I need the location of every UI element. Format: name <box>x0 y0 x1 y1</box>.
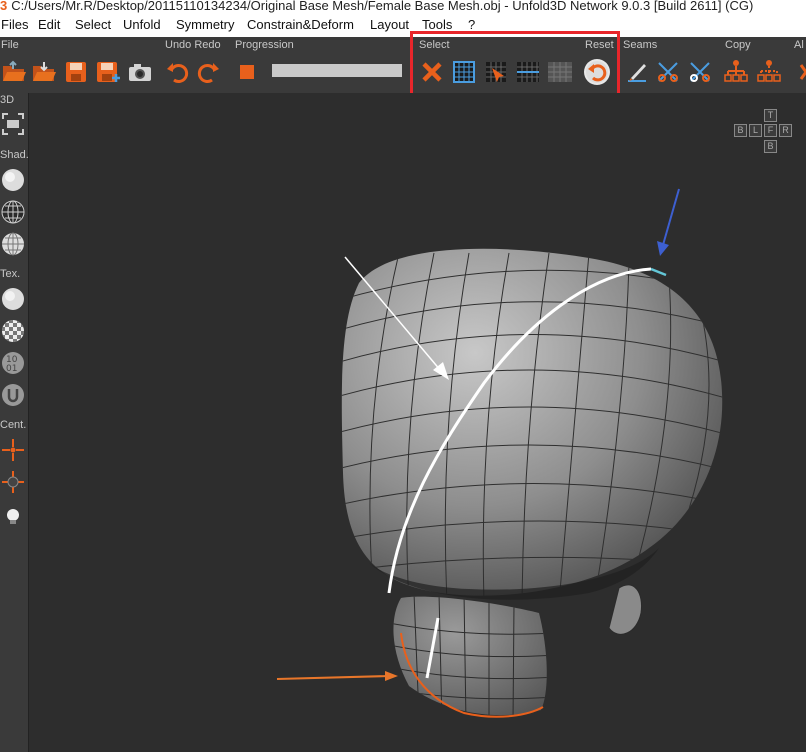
light-button[interactable] <box>0 504 26 530</box>
shade-smooth-button[interactable] <box>0 167 26 193</box>
head-top-mesh <box>341 248 723 600</box>
window-title: C:/Users/Mr.R/Desktop/20115110134234/Ori… <box>11 0 754 13</box>
frame-icon <box>2 113 24 135</box>
app-logo-icon: 3 <box>0 0 8 13</box>
open-file-button[interactable] <box>0 58 28 86</box>
sphere-smooth-icon <box>2 169 24 191</box>
sphere-wire-icon <box>1 200 25 224</box>
menu-symmetry[interactable]: Symmetry <box>176 17 235 33</box>
ear-mesh <box>608 584 643 635</box>
neck-mesh <box>393 596 547 718</box>
all-icon <box>799 64 806 80</box>
copy-group-label: Copy <box>725 39 751 51</box>
u-sphere-icon <box>2 384 24 406</box>
shading-section-label: Shad. <box>0 149 29 161</box>
stop-button[interactable] <box>233 58 261 86</box>
stop-icon <box>240 65 254 79</box>
cut-pen-icon <box>628 64 646 82</box>
checker-sphere-icon <box>2 320 24 342</box>
progress-bar <box>272 64 402 77</box>
texture-u-button[interactable] <box>0 382 26 408</box>
auto-seam-button[interactable] <box>686 58 714 86</box>
save-as-button[interactable] <box>94 58 122 86</box>
texture-section-label: Tex. <box>0 268 21 280</box>
import-file-button[interactable] <box>30 58 58 86</box>
undo-icon <box>167 63 189 83</box>
menu-bar: Files Edit Select Unfold Symmetry Constr… <box>0 16 806 37</box>
camera-icon <box>129 64 151 81</box>
menu-unfold[interactable]: Unfold <box>123 17 161 33</box>
select-group-highlight <box>410 31 620 99</box>
shade-wire-button[interactable] <box>0 199 26 225</box>
svg-text:01: 01 <box>6 364 17 374</box>
seams-group-label: Seams <box>623 39 658 51</box>
menu-files[interactable]: Files <box>1 17 28 33</box>
paste-uv-button[interactable] <box>755 58 783 86</box>
save-icon <box>66 62 86 82</box>
progression-group-label: Progression <box>235 39 294 51</box>
shade-both-button[interactable] <box>0 231 26 257</box>
crosshair-sphere-icon <box>2 471 24 493</box>
folder-open-icon <box>3 60 26 81</box>
center-pivot-button[interactable] <box>0 437 26 463</box>
texture-none-button[interactable] <box>0 286 26 312</box>
menu-select[interactable]: Select <box>75 17 111 33</box>
weld-seam-button[interactable] <box>654 58 682 86</box>
copy-uv-button[interactable] <box>722 58 750 86</box>
save-as-icon <box>97 62 120 82</box>
cut-seam-button[interactable] <box>623 58 651 86</box>
undo-button[interactable] <box>163 58 191 86</box>
menu-layout[interactable]: Layout <box>370 17 409 33</box>
left-sidebar: 3D Shad. Tex. 10 01 Cent. <box>0 93 29 752</box>
folder-import-icon <box>33 62 56 81</box>
sphere-grid-icon <box>2 232 24 256</box>
file-group-label: File <box>1 39 19 51</box>
texture-checker-button[interactable] <box>0 318 26 344</box>
menu-constrain-deform[interactable]: Constrain&Deform <box>247 17 354 33</box>
screenshot-button[interactable] <box>126 58 154 86</box>
paste-tree-icon <box>757 60 781 82</box>
redo-button[interactable] <box>195 58 223 86</box>
lightbulb-icon <box>7 509 19 524</box>
crosshair-icon <box>2 439 24 461</box>
save-button[interactable] <box>62 58 90 86</box>
menu-edit[interactable]: Edit <box>38 17 60 33</box>
scissors-icon <box>658 62 678 82</box>
sphere-plain-icon <box>2 288 24 310</box>
center-section-label: Cent. <box>0 419 27 431</box>
frame-view-button[interactable] <box>0 111 26 137</box>
scissors-magic-icon <box>690 62 710 82</box>
3d-viewport[interactable]: T B L F R B <box>29 93 806 752</box>
center-selection-button[interactable] <box>0 469 26 495</box>
number-sphere-icon: 1001 <box>2 352 24 374</box>
all-group-label: Al <box>794 39 804 51</box>
redo-icon <box>197 63 219 83</box>
texture-numbers-button[interactable]: 10 01 <box>0 350 26 376</box>
title-bar: 3 C:/Users/Mr.R/Desktop/20115110134234/Or… <box>0 0 806 16</box>
undo-redo-group-label: Undo Redo <box>165 39 221 51</box>
copy-tree-icon <box>724 60 748 82</box>
view-section-label: 3D <box>0 94 15 106</box>
all-button[interactable] <box>792 58 806 86</box>
head-mesh[interactable] <box>29 93 806 752</box>
